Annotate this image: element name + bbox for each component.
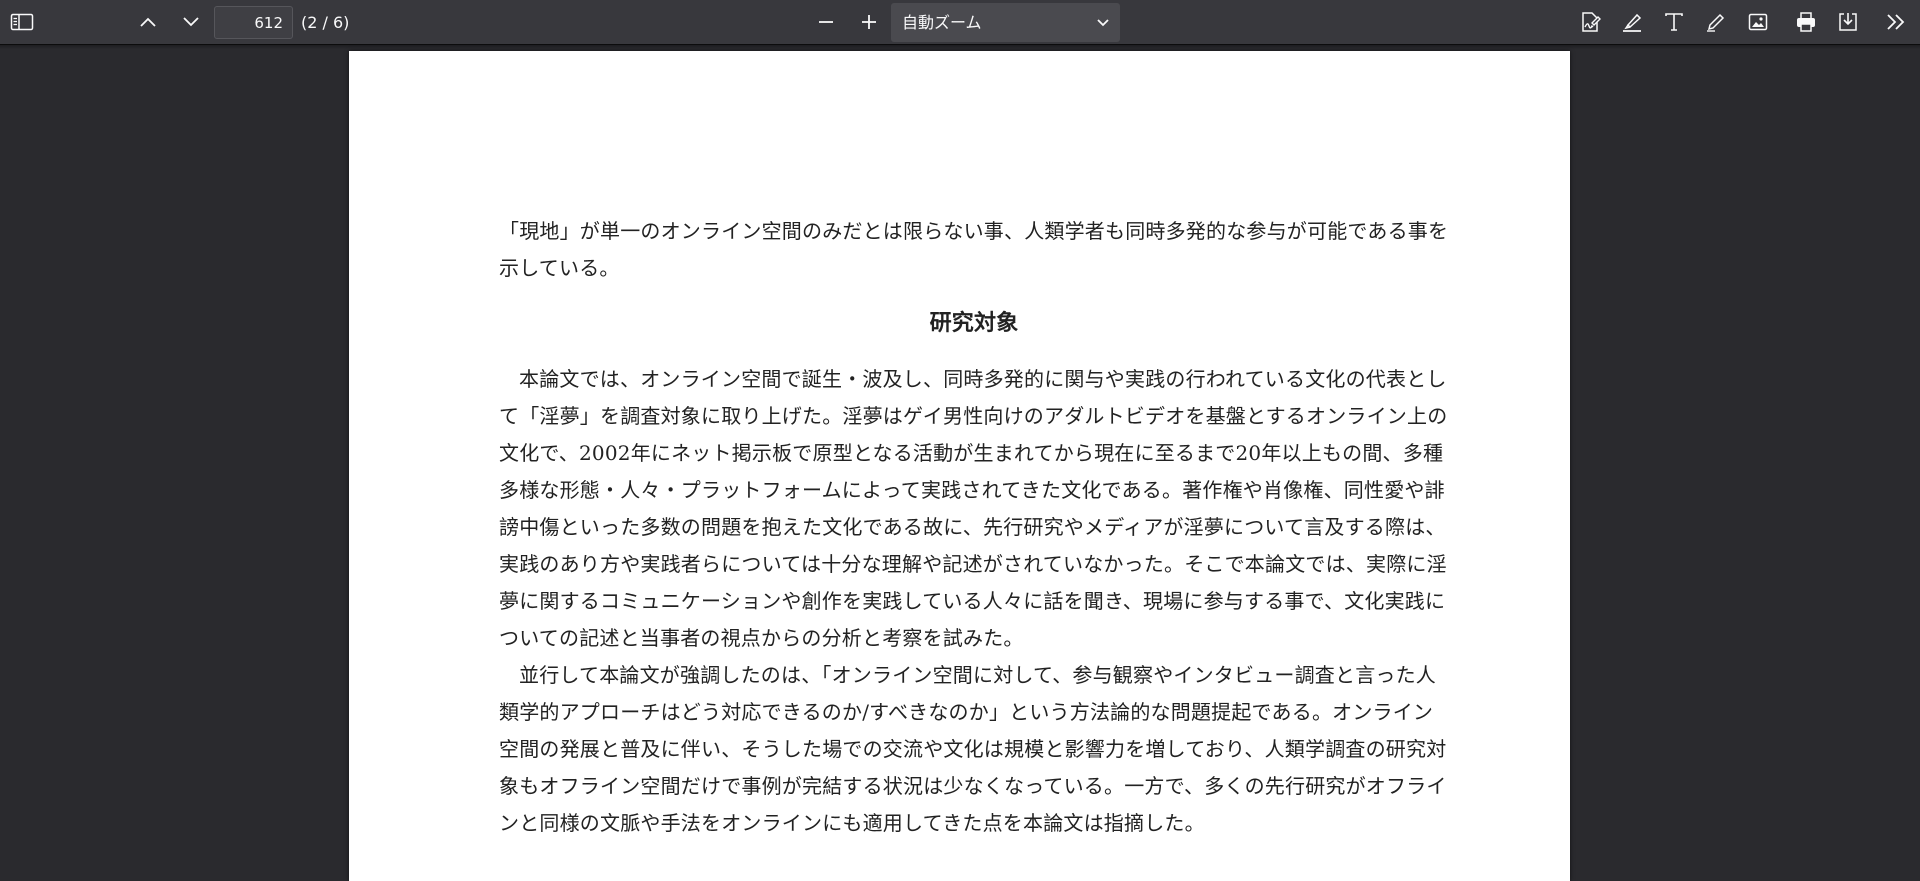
text-icon — [1665, 13, 1683, 31]
plus-icon — [862, 15, 876, 29]
zoom-out-button[interactable] — [810, 6, 842, 38]
zoom-selected-label: 自動ズーム — [902, 13, 982, 32]
paragraph-2: 並行して本論文が強調したのは、「オンライン空間に対して、参与観察やインタビュー調… — [499, 663, 1447, 835]
zoom-in-button[interactable] — [853, 6, 885, 38]
signature-button[interactable] — [1574, 6, 1606, 38]
next-page-button[interactable] — [175, 6, 207, 38]
pdf-toolbar: (2 / 6) 自動ズーム — [0, 0, 1920, 45]
intro-paragraph: 「現地」が単一のオンライン空間のみだとは限らない事、人類学者も同時多発的な参与が… — [499, 219, 1449, 280]
image-icon — [1748, 13, 1768, 31]
signature-icon — [1582, 12, 1601, 32]
chevron-down-icon — [1097, 19, 1109, 27]
text-tool-button[interactable] — [1658, 6, 1690, 38]
minus-icon — [819, 21, 833, 23]
highlight-button[interactable] — [1616, 6, 1648, 38]
add-image-button[interactable] — [1742, 6, 1774, 38]
page-text: 「現地」が単一のオンライン空間のみだとは限らない事、人類学者も同時多発的な参与が… — [499, 213, 1449, 842]
save-button[interactable] — [1832, 6, 1864, 38]
highlight-icon — [1623, 13, 1642, 32]
draw-button[interactable] — [1700, 6, 1732, 38]
more-tools-button[interactable] — [1880, 6, 1912, 38]
draw-icon — [1707, 13, 1725, 32]
page-count-label: (2 / 6) — [301, 13, 350, 32]
zoom-select[interactable]: 自動ズーム — [891, 3, 1120, 42]
print-button[interactable] — [1790, 6, 1822, 38]
page-number-input[interactable] — [214, 6, 293, 39]
chevron-up-icon — [140, 17, 156, 27]
print-icon — [1797, 12, 1815, 32]
sidebar-toggle-button[interactable] — [6, 6, 38, 38]
previous-page-button[interactable] — [132, 6, 164, 38]
paragraph-1: 本論文では、オンライン空間で誕生・波及し、同時多発的に関与や実践の行われている文… — [499, 367, 1448, 650]
chevron-down-icon — [183, 17, 199, 27]
more-tools-icon — [1887, 14, 1905, 30]
pdf-page: 「現地」が単一のオンライン空間のみだとは限らない事、人類学者も同時多発的な参与が… — [349, 51, 1570, 881]
toolbar-shadow — [0, 45, 1920, 49]
sidebar-toggle-icon — [10, 13, 34, 31]
section-heading: 研究対象 — [929, 310, 1019, 336]
save-icon — [1839, 13, 1857, 31]
